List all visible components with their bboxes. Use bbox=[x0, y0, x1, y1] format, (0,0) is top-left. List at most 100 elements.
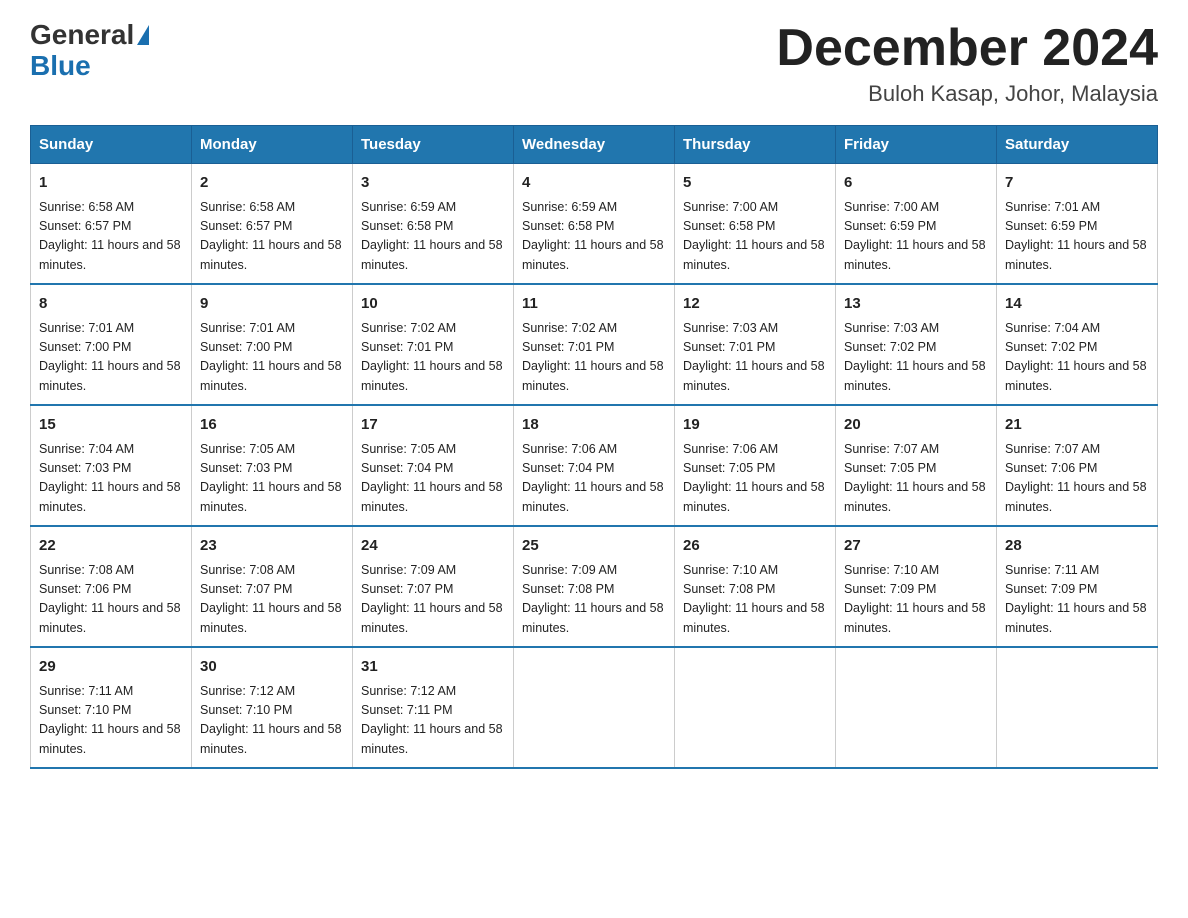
table-row: 4Sunrise: 6:59 AMSunset: 6:58 PMDaylight… bbox=[514, 164, 675, 285]
table-row: 2 Sunrise: 6:58 AMSunset: 6:57 PMDaylight… bbox=[192, 164, 353, 285]
day-info: Sunrise: 7:10 AMSunset: 7:09 PMDaylight:… bbox=[844, 561, 988, 639]
day-info: Sunrise: 7:06 AMSunset: 7:04 PMDaylight:… bbox=[522, 440, 666, 518]
table-row: 14 Sunrise: 7:04 AMSunset: 7:02 PMDayligh… bbox=[997, 284, 1158, 405]
calendar-title-block: December 2024 Buloh Kasap, Johor, Malays… bbox=[776, 20, 1158, 107]
col-wednesday: Wednesday bbox=[514, 126, 675, 164]
day-info: Sunrise: 7:01 AMSunset: 7:00 PMDaylight:… bbox=[39, 319, 183, 397]
day-number: 8 bbox=[39, 293, 183, 316]
table-row: 31Sunrise: 7:12 AMSunset: 7:11 PMDayligh… bbox=[353, 647, 514, 768]
day-number: 23 bbox=[200, 535, 344, 558]
table-row bbox=[997, 647, 1158, 768]
day-info: Sunrise: 7:01 AMSunset: 7:00 PMDaylight:… bbox=[200, 319, 344, 397]
col-friday: Friday bbox=[836, 126, 997, 164]
table-row: 16Sunrise: 7:05 AMSunset: 7:03 PMDayligh… bbox=[192, 405, 353, 526]
day-number: 24 bbox=[361, 535, 505, 558]
table-row: 9 Sunrise: 7:01 AMSunset: 7:00 PMDaylight… bbox=[192, 284, 353, 405]
day-info: Sunrise: 7:09 AMSunset: 7:07 PMDaylight:… bbox=[361, 561, 505, 639]
day-number: 5 bbox=[683, 172, 827, 195]
day-number: 22 bbox=[39, 535, 183, 558]
table-row bbox=[514, 647, 675, 768]
table-row: 3 Sunrise: 6:59 AMSunset: 6:58 PMDaylight… bbox=[353, 164, 514, 285]
table-row: 27 Sunrise: 7:10 AMSunset: 7:09 PMDayligh… bbox=[836, 526, 997, 647]
day-number: 13 bbox=[844, 293, 988, 316]
table-row: 6 Sunrise: 7:00 AMSunset: 6:59 PMDaylight… bbox=[836, 164, 997, 285]
day-info: Sunrise: 6:59 AMSunset: 6:58 PMDaylight:… bbox=[361, 198, 505, 276]
day-info: Sunrise: 6:58 AMSunset: 6:57 PMDaylight:… bbox=[200, 198, 344, 276]
day-number: 10 bbox=[361, 293, 505, 316]
table-row: 25 Sunrise: 7:09 AMSunset: 7:08 PMDayligh… bbox=[514, 526, 675, 647]
table-row: 23 Sunrise: 7:08 AMSunset: 7:07 PMDayligh… bbox=[192, 526, 353, 647]
day-number: 26 bbox=[683, 535, 827, 558]
day-info: Sunrise: 7:10 AMSunset: 7:08 PMDaylight:… bbox=[683, 561, 827, 639]
calendar-header-row: Sunday Monday Tuesday Wednesday Thursday… bbox=[31, 126, 1158, 164]
day-info: Sunrise: 7:11 AMSunset: 7:09 PMDaylight:… bbox=[1005, 561, 1149, 639]
calendar-month-year: December 2024 bbox=[776, 20, 1158, 77]
day-number: 14 bbox=[1005, 293, 1149, 316]
logo-blue-text: Blue bbox=[30, 50, 91, 81]
table-row: 22 Sunrise: 7:08 AMSunset: 7:06 PMDayligh… bbox=[31, 526, 192, 647]
day-info: Sunrise: 7:11 AMSunset: 7:10 PMDaylight:… bbox=[39, 682, 183, 760]
table-row: 21 Sunrise: 7:07 AMSunset: 7:06 PMDayligh… bbox=[997, 405, 1158, 526]
day-number: 9 bbox=[200, 293, 344, 316]
table-row: 13 Sunrise: 7:03 AMSunset: 7:02 PMDayligh… bbox=[836, 284, 997, 405]
day-info: Sunrise: 7:06 AMSunset: 7:05 PMDaylight:… bbox=[683, 440, 827, 518]
day-number: 25 bbox=[522, 535, 666, 558]
col-thursday: Thursday bbox=[675, 126, 836, 164]
col-sunday: Sunday bbox=[31, 126, 192, 164]
day-number: 28 bbox=[1005, 535, 1149, 558]
day-number: 4 bbox=[522, 172, 666, 195]
day-info: Sunrise: 7:07 AMSunset: 7:05 PMDaylight:… bbox=[844, 440, 988, 518]
day-info: Sunrise: 7:04 AMSunset: 7:02 PMDaylight:… bbox=[1005, 319, 1149, 397]
table-row: 28 Sunrise: 7:11 AMSunset: 7:09 PMDayligh… bbox=[997, 526, 1158, 647]
calendar-table: Sunday Monday Tuesday Wednesday Thursday… bbox=[30, 125, 1158, 769]
table-row: 7Sunrise: 7:01 AMSunset: 6:59 PMDaylight… bbox=[997, 164, 1158, 285]
table-row: 15 Sunrise: 7:04 AMSunset: 7:03 PMDayligh… bbox=[31, 405, 192, 526]
day-info: Sunrise: 7:08 AMSunset: 7:07 PMDaylight:… bbox=[200, 561, 344, 639]
day-info: Sunrise: 7:02 AMSunset: 7:01 PMDaylight:… bbox=[361, 319, 505, 397]
calendar-week-row: 8 Sunrise: 7:01 AMSunset: 7:00 PMDaylight… bbox=[31, 284, 1158, 405]
day-info: Sunrise: 7:02 AMSunset: 7:01 PMDaylight:… bbox=[522, 319, 666, 397]
table-row: 11 Sunrise: 7:02 AMSunset: 7:01 PMDayligh… bbox=[514, 284, 675, 405]
day-info: Sunrise: 7:07 AMSunset: 7:06 PMDaylight:… bbox=[1005, 440, 1149, 518]
day-number: 17 bbox=[361, 414, 505, 437]
table-row: 12Sunrise: 7:03 AMSunset: 7:01 PMDayligh… bbox=[675, 284, 836, 405]
day-number: 15 bbox=[39, 414, 183, 437]
logo: General Blue bbox=[30, 20, 149, 82]
table-row bbox=[675, 647, 836, 768]
table-row: 29 Sunrise: 7:11 AMSunset: 7:10 PMDayligh… bbox=[31, 647, 192, 768]
table-row bbox=[836, 647, 997, 768]
day-number: 30 bbox=[200, 656, 344, 679]
day-number: 2 bbox=[200, 172, 344, 195]
day-info: Sunrise: 7:00 AMSunset: 6:59 PMDaylight:… bbox=[844, 198, 988, 276]
day-number: 21 bbox=[1005, 414, 1149, 437]
calendar-week-row: 22 Sunrise: 7:08 AMSunset: 7:06 PMDayligh… bbox=[31, 526, 1158, 647]
day-number: 27 bbox=[844, 535, 988, 558]
table-row: 17 Sunrise: 7:05 AMSunset: 7:04 PMDayligh… bbox=[353, 405, 514, 526]
day-info: Sunrise: 7:09 AMSunset: 7:08 PMDaylight:… bbox=[522, 561, 666, 639]
day-number: 18 bbox=[522, 414, 666, 437]
day-info: Sunrise: 7:04 AMSunset: 7:03 PMDaylight:… bbox=[39, 440, 183, 518]
table-row: 30 Sunrise: 7:12 AMSunset: 7:10 PMDayligh… bbox=[192, 647, 353, 768]
day-info: Sunrise: 7:12 AMSunset: 7:10 PMDaylight:… bbox=[200, 682, 344, 760]
day-number: 29 bbox=[39, 656, 183, 679]
day-info: Sunrise: 7:03 AMSunset: 7:02 PMDaylight:… bbox=[844, 319, 988, 397]
table-row: 20Sunrise: 7:07 AMSunset: 7:05 PMDayligh… bbox=[836, 405, 997, 526]
calendar-week-row: 1Sunrise: 6:58 AMSunset: 6:57 PMDaylight… bbox=[31, 164, 1158, 285]
calendar-location: Buloh Kasap, Johor, Malaysia bbox=[776, 81, 1158, 107]
table-row: 5 Sunrise: 7:00 AMSunset: 6:58 PMDaylight… bbox=[675, 164, 836, 285]
day-number: 3 bbox=[361, 172, 505, 195]
day-info: Sunrise: 7:05 AMSunset: 7:04 PMDaylight:… bbox=[361, 440, 505, 518]
day-number: 31 bbox=[361, 656, 505, 679]
day-number: 11 bbox=[522, 293, 666, 316]
day-number: 19 bbox=[683, 414, 827, 437]
day-info: Sunrise: 7:00 AMSunset: 6:58 PMDaylight:… bbox=[683, 198, 827, 276]
table-row: 10 Sunrise: 7:02 AMSunset: 7:01 PMDayligh… bbox=[353, 284, 514, 405]
day-info: Sunrise: 7:08 AMSunset: 7:06 PMDaylight:… bbox=[39, 561, 183, 639]
day-number: 12 bbox=[683, 293, 827, 316]
day-number: 6 bbox=[844, 172, 988, 195]
table-row: 19 Sunrise: 7:06 AMSunset: 7:05 PMDayligh… bbox=[675, 405, 836, 526]
day-info: Sunrise: 7:05 AMSunset: 7:03 PMDaylight:… bbox=[200, 440, 344, 518]
calendar-week-row: 29 Sunrise: 7:11 AMSunset: 7:10 PMDayligh… bbox=[31, 647, 1158, 768]
day-info: Sunrise: 7:01 AMSunset: 6:59 PMDaylight:… bbox=[1005, 198, 1149, 276]
col-saturday: Saturday bbox=[997, 126, 1158, 164]
